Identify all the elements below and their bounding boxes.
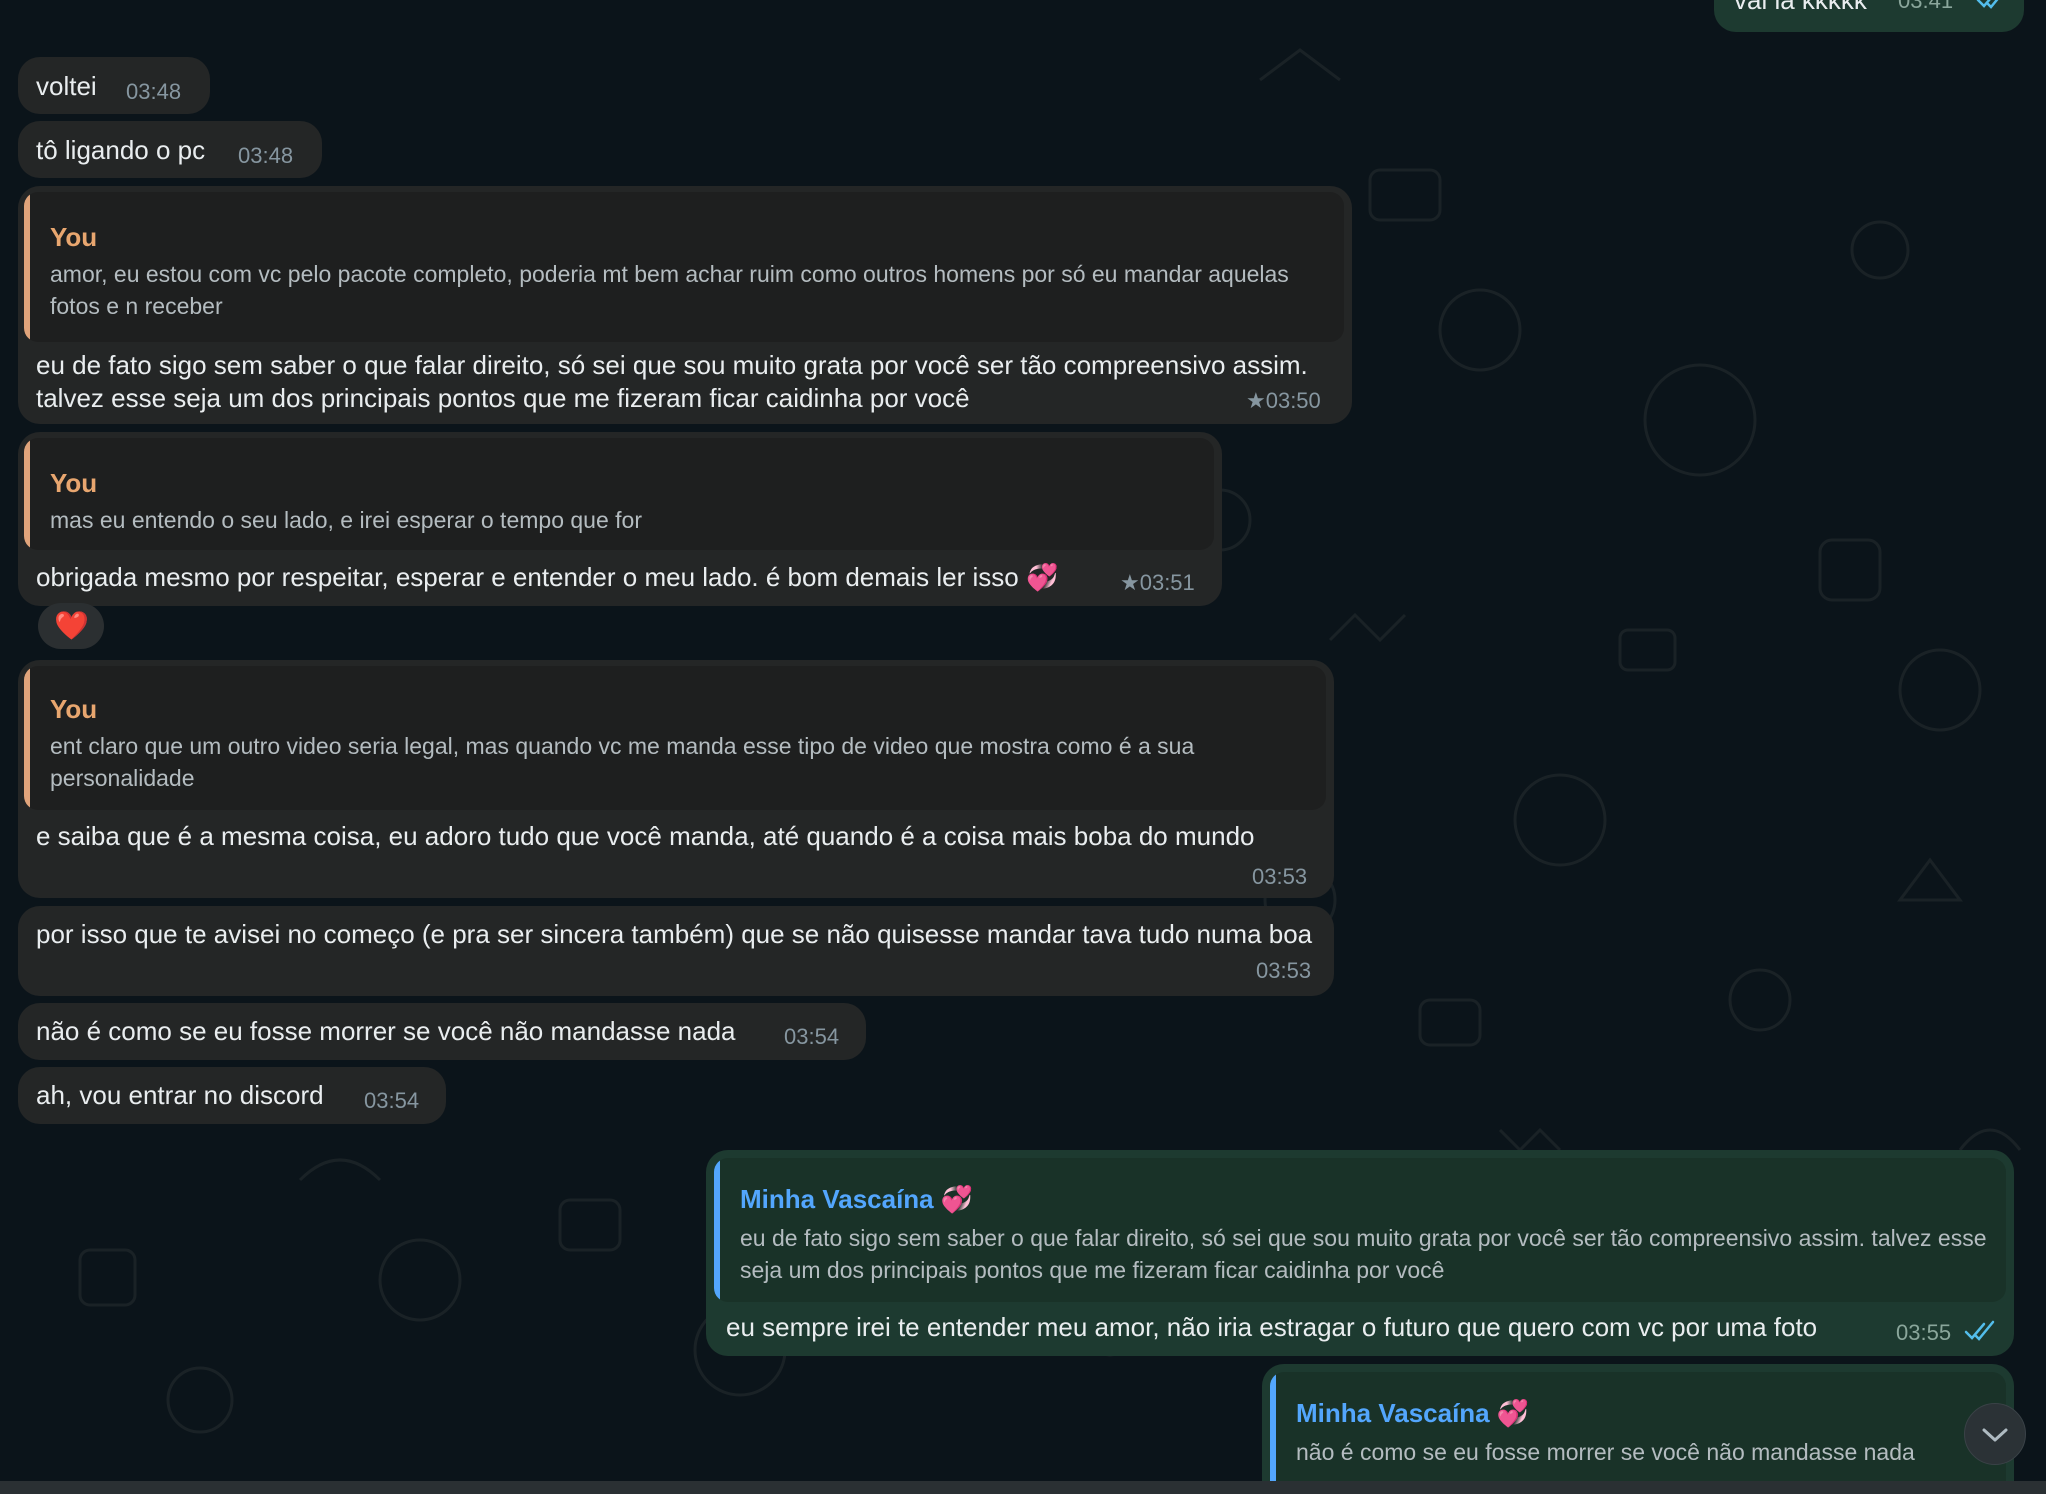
message-time: 03:54 xyxy=(784,1024,840,1049)
quoted-message[interactable]: Minha Vascaína 💞 eu de fato sigo sem sab… xyxy=(714,1158,2006,1302)
message-text: não é como se eu fosse morrer se você nã… xyxy=(36,1016,736,1046)
quote-accent-bar xyxy=(714,1158,720,1302)
message-bubble-incoming[interactable]: ah, vou entrar no discord 03:54 xyxy=(18,1067,446,1124)
message-time: 03:48 xyxy=(238,143,294,168)
message-bubble-outgoing[interactable]: vai lá kkkkk 03:41 xyxy=(1714,0,2024,32)
message-bubble-outgoing[interactable]: Minha Vascaína 💞 eu de fato sigo sem sab… xyxy=(706,1150,2014,1356)
message-text: obrigada mesmo por respeitar, esperar e … xyxy=(36,562,1059,592)
message-text: eu sempre irei te entender meu amor, não… xyxy=(726,1312,1818,1342)
quote-text: amor, eu estou com vc pelo pacote comple… xyxy=(50,261,1289,319)
quote-text: ent claro que um outro video seria legal… xyxy=(50,733,1195,791)
message-text: voltei xyxy=(36,71,97,101)
message-bubble-incoming[interactable]: You amor, eu estou com vc pelo pacote co… xyxy=(18,186,1352,424)
heart-emoji: ❤️ xyxy=(54,610,89,641)
message-bubble-incoming[interactable]: não é como se eu fosse morrer se você nã… xyxy=(18,1003,866,1060)
message-time: 03:55 xyxy=(1896,1320,1952,1345)
message-text: vai lá kkkkk xyxy=(1734,0,1867,15)
message-bubble-incoming[interactable]: You mas eu entendo o seu lado, e irei es… xyxy=(18,432,1222,606)
quoted-message[interactable]: You amor, eu estou com vc pelo pacote co… xyxy=(24,192,1344,342)
double-check-icon xyxy=(1964,1320,1995,1341)
message-text: e saiba que é a mesma coisa, eu adoro tu… xyxy=(36,821,1255,851)
quote-accent-bar xyxy=(1270,1372,1276,1494)
message-bubble-incoming[interactable]: por isso que te avisei no começo (e pra … xyxy=(18,906,1334,996)
message-text: tô ligando o pc xyxy=(36,135,206,165)
message-time: 03:53 xyxy=(1252,864,1308,889)
quoted-message[interactable]: You ent claro que um outro video seria l… xyxy=(24,666,1326,810)
message-time: 03:41 xyxy=(1898,0,1954,13)
message-time: 03:48 xyxy=(126,79,182,104)
quote-accent-bar xyxy=(24,192,30,342)
message-time: 03:53 xyxy=(1256,958,1312,983)
quote-author: Minha Vascaína 💞 xyxy=(1296,1398,1530,1428)
message-text: por isso que te avisei no começo (e pra … xyxy=(36,919,1313,949)
composer-edge xyxy=(0,1481,2046,1494)
message-time: ★03:51 xyxy=(1120,570,1195,595)
quote-author: You xyxy=(50,694,98,724)
message-text: ah, vou entrar no discord xyxy=(36,1080,324,1110)
chat-view: vai lá kkkkk 03:41 voltei 03:48 tô ligan… xyxy=(0,0,2046,1494)
quote-text: eu de fato sigo sem saber o que falar di… xyxy=(740,1225,1987,1283)
message-time: 03:54 xyxy=(364,1088,420,1113)
message-text: eu de fato sigo sem saber o que falar di… xyxy=(36,350,1308,413)
message-bubble-incoming[interactable]: voltei 03:48 xyxy=(18,57,210,114)
quote-author: You xyxy=(50,222,98,252)
message-reaction[interactable]: ❤️ xyxy=(38,603,104,649)
quoted-message[interactable]: Minha Vascaína 💞 não é como se eu fosse … xyxy=(1270,1372,2006,1494)
quote-text: não é como se eu fosse morrer se você nã… xyxy=(1296,1439,1915,1465)
chevron-down-icon xyxy=(1982,1428,2008,1442)
quote-text: mas eu entendo o seu lado, e irei espera… xyxy=(50,507,642,533)
message-time: ★03:50 xyxy=(1246,388,1321,413)
message-bubble-outgoing[interactable]: Minha Vascaína 💞 não é como se eu fosse … xyxy=(1262,1364,2014,1494)
quote-accent-bar xyxy=(24,666,30,810)
quote-author: Minha Vascaína 💞 xyxy=(740,1184,974,1214)
quoted-message[interactable]: You mas eu entendo o seu lado, e irei es… xyxy=(24,438,1214,550)
quote-author: You xyxy=(50,468,98,498)
message-bubble-incoming[interactable]: You ent claro que um outro video seria l… xyxy=(18,660,1334,898)
scroll-to-bottom-button[interactable] xyxy=(1964,1403,2026,1465)
message-bubble-incoming[interactable]: tô ligando o pc 03:48 xyxy=(18,121,322,178)
quote-accent-bar xyxy=(24,438,30,550)
double-check-icon xyxy=(1976,0,1999,9)
